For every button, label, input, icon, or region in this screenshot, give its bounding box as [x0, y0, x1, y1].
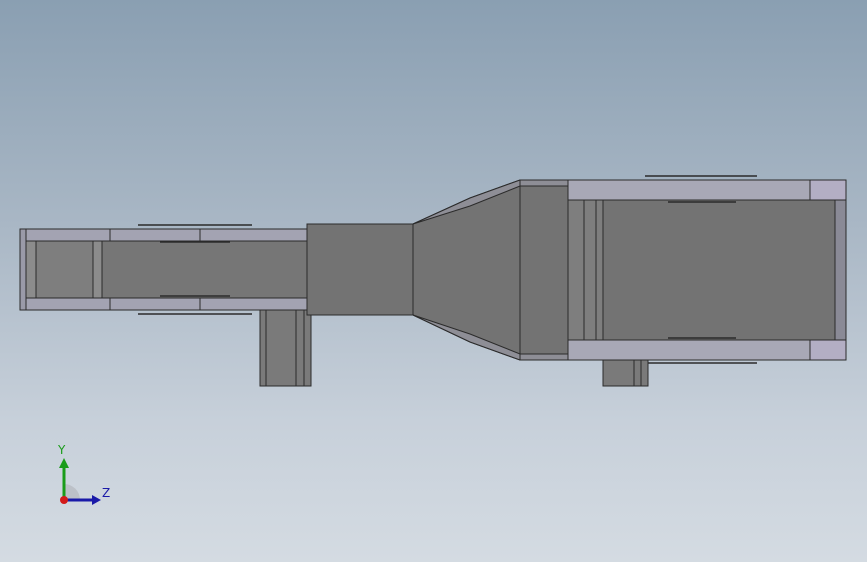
part-model-top-view[interactable] — [0, 0, 867, 562]
y-axis-arrowhead-icon — [59, 458, 69, 468]
graphics-viewport[interactable]: Y Z — [0, 0, 867, 562]
left-foot-bracket[interactable] — [259, 309, 312, 387]
triad-z-label: Z — [102, 486, 111, 500]
x-axis-dot-icon — [60, 496, 68, 504]
z-axis-arrowhead-icon — [92, 495, 101, 505]
right-clevis[interactable] — [567, 179, 847, 361]
left-clevis[interactable] — [19, 228, 311, 311]
right-foot-bracket[interactable] — [602, 359, 649, 387]
center-body[interactable] — [306, 179, 569, 361]
triad-y-label: Y — [58, 443, 66, 457]
